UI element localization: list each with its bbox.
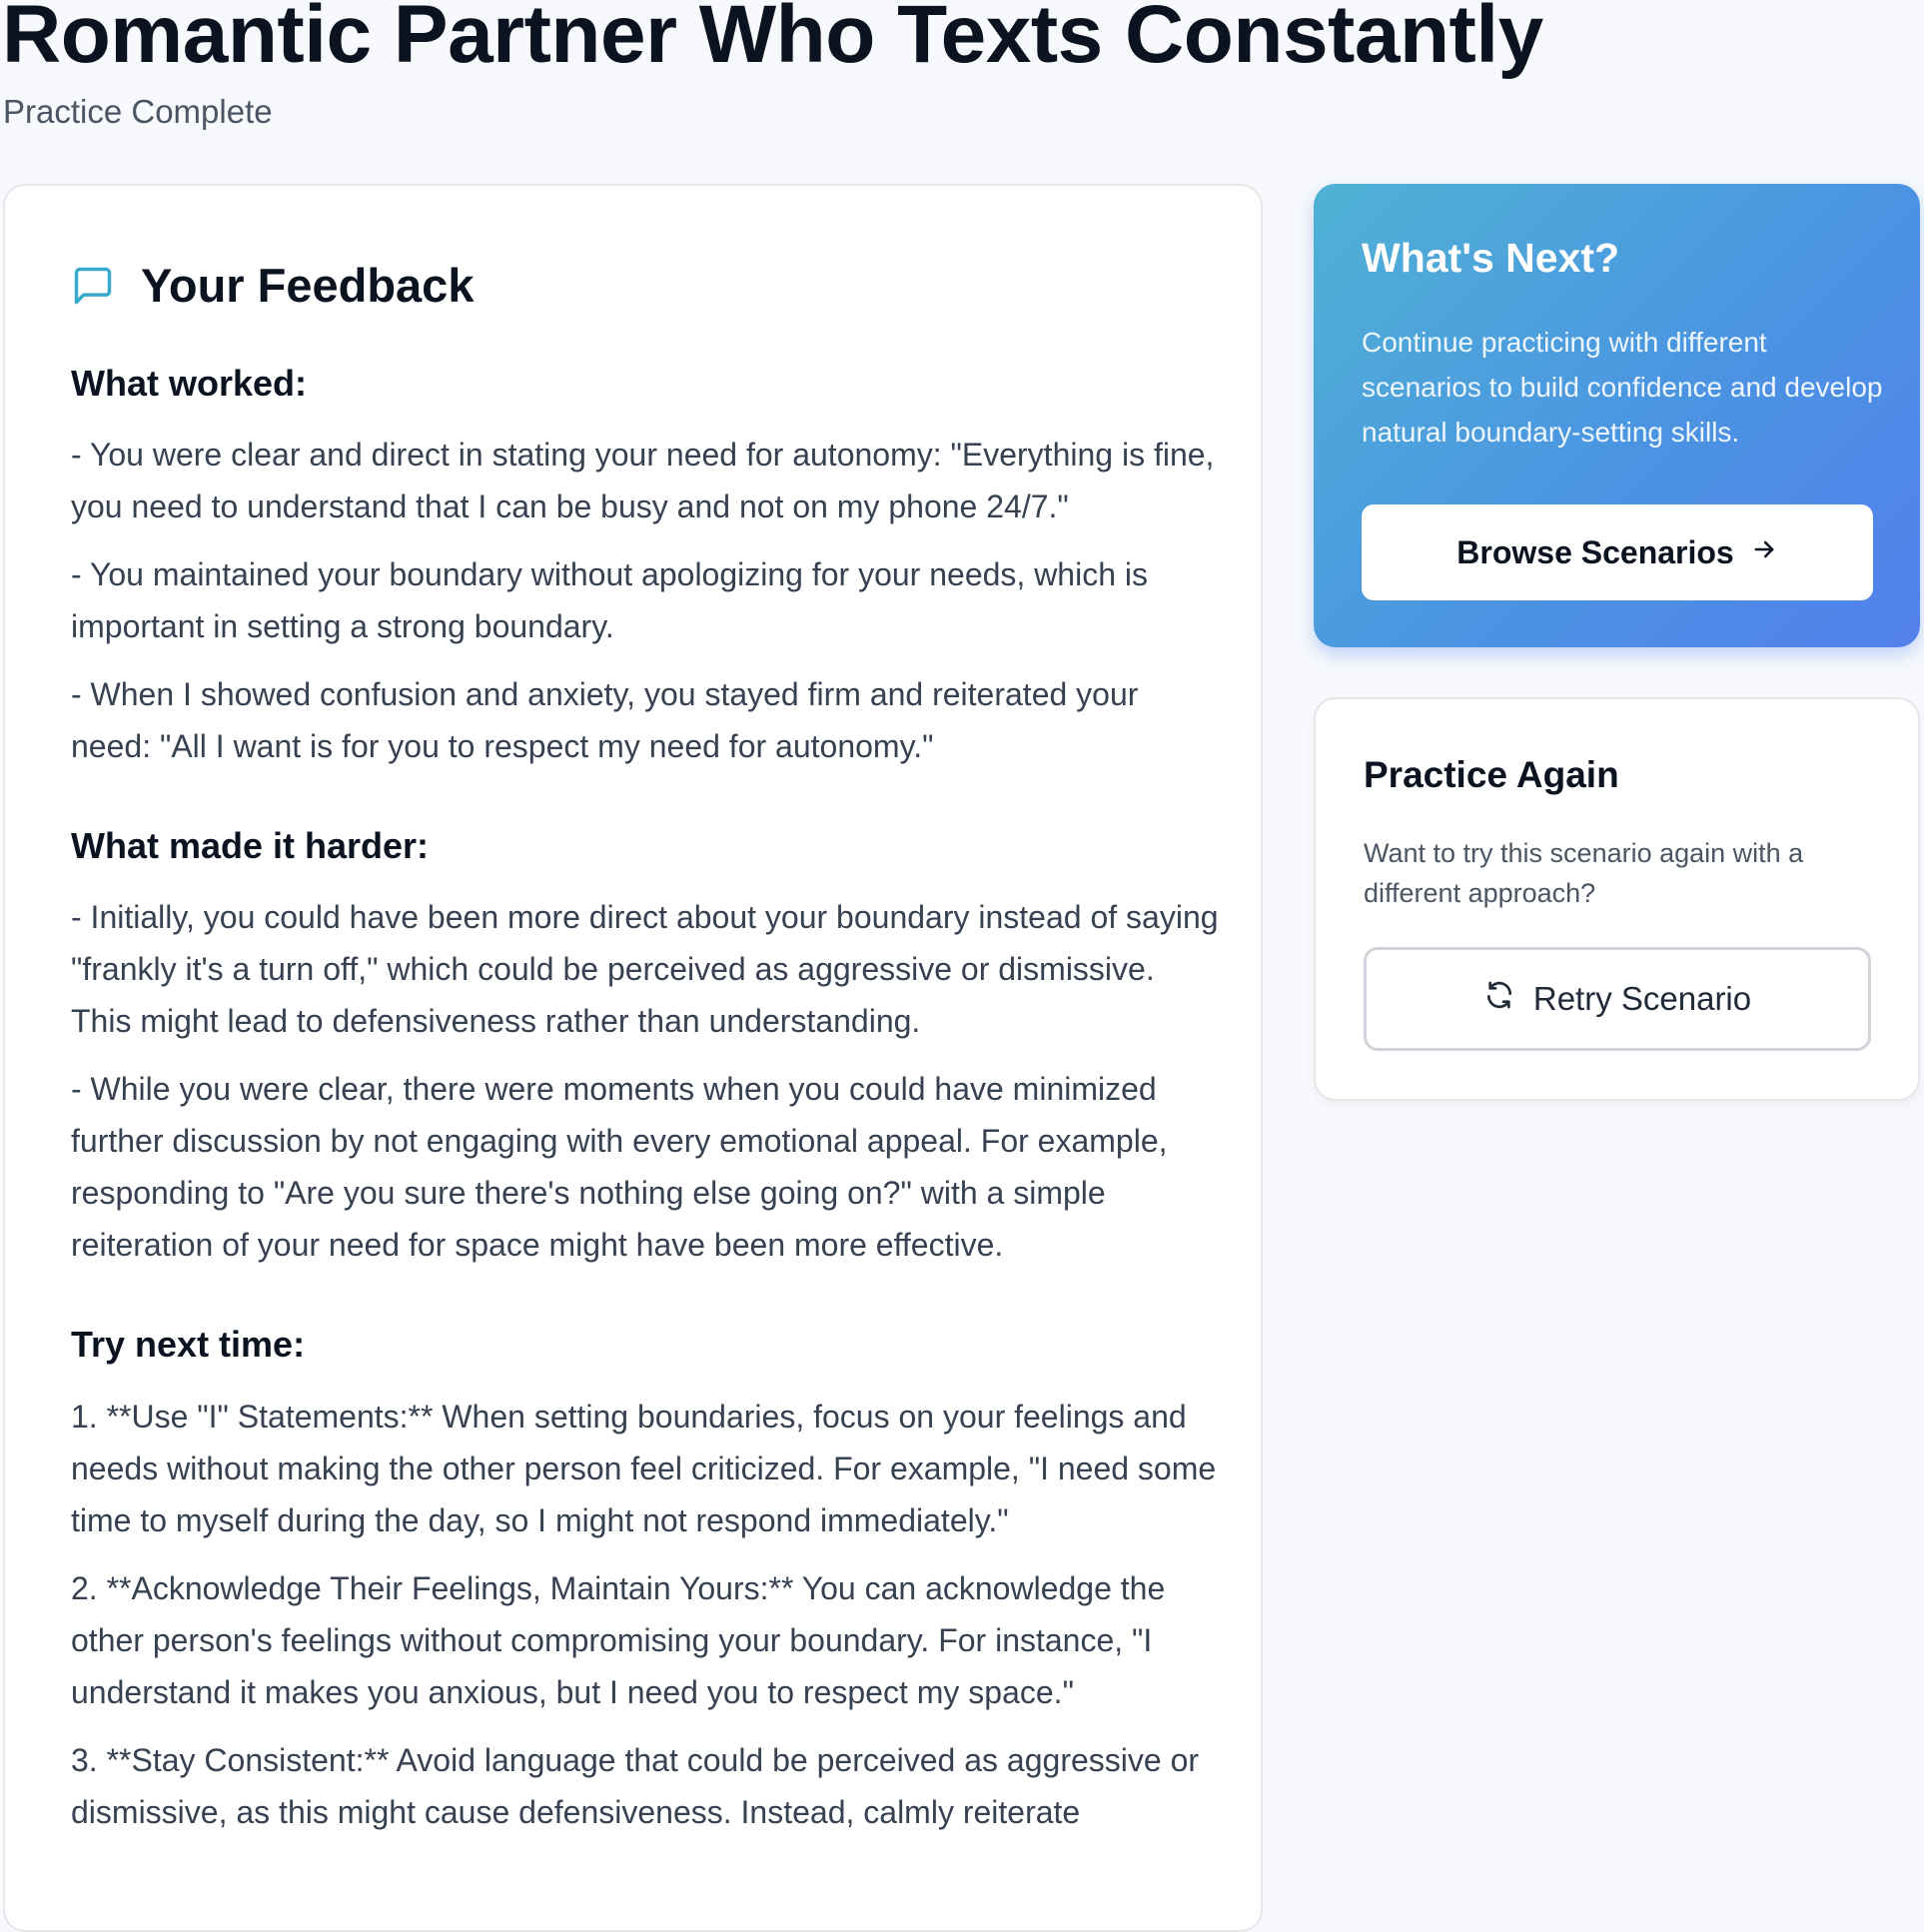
feedback-paragraph: 2. **Acknowledge Their Feelings, Maintai… xyxy=(71,1569,1166,1710)
feedback-paragraph: 3. **Stay Consistent:** Avoid language t… xyxy=(71,1741,1200,1830)
feedback-header: Your Feedback xyxy=(71,258,474,314)
page-subtitle: Practice Complete xyxy=(3,93,273,130)
feedback-title: Your Feedback xyxy=(141,259,475,312)
whats-next-title: What's Next? xyxy=(1362,235,1620,281)
page-title: Romantic Partner Who Texts Constantly xyxy=(2,0,1543,80)
feedback-section-what-worked: What worked: - You were clear and direct… xyxy=(71,362,1220,772)
feedback-section-what-made-it-harder: What made it harder: - Initially, you co… xyxy=(71,824,1220,1271)
chat-bubble-icon xyxy=(71,264,115,308)
feedback-card: Your Feedback What worked: - You were cl… xyxy=(3,184,1263,1932)
browse-scenarios-button[interactable]: Browse Scenarios xyxy=(1362,504,1873,600)
practice-again-text: Want to try this scenario again with a d… xyxy=(1364,838,1804,908)
section-heading: Try next time: xyxy=(71,1324,306,1366)
practice-again-title: Practice Again xyxy=(1364,754,1619,795)
feedback-paragraph: 1. **Use "I" Statements:** When setting … xyxy=(71,1398,1217,1538)
section-heading: What worked: xyxy=(71,363,308,404)
feedback-paragraph: - While you were clear, there were momen… xyxy=(71,1071,1168,1264)
retry-scenario-button[interactable]: Retry Scenario xyxy=(1364,947,1871,1051)
feedback-paragraph: - You maintained your boundary without a… xyxy=(71,556,1148,645)
retry-scenario-label: Retry Scenario xyxy=(1532,980,1752,1017)
arrow-right-icon xyxy=(1750,534,1778,571)
feedback-paragraph: - When I showed confusion and anxiety, y… xyxy=(71,676,1139,765)
practice-again-card: Practice Again Want to try this scenario… xyxy=(1314,697,1920,1101)
feedback-section-try-next-time: Try next time: 1. **Use "I" Statements:*… xyxy=(71,1323,1220,1837)
feedback-paragraph: - Initially, you could have been more di… xyxy=(71,899,1219,1040)
whats-next-text: Continue practicing with different scena… xyxy=(1362,327,1883,448)
browse-scenarios-label: Browse Scenarios xyxy=(1456,533,1734,570)
feedback-body: What worked: - You were clear and direct… xyxy=(71,362,1220,1854)
section-heading: What made it harder: xyxy=(71,825,430,867)
refresh-icon xyxy=(1483,979,1515,1019)
feedback-paragraph: - You were clear and direct in stating y… xyxy=(71,437,1215,525)
whats-next-card: What's Next? Continue practicing with di… xyxy=(1314,184,1920,647)
